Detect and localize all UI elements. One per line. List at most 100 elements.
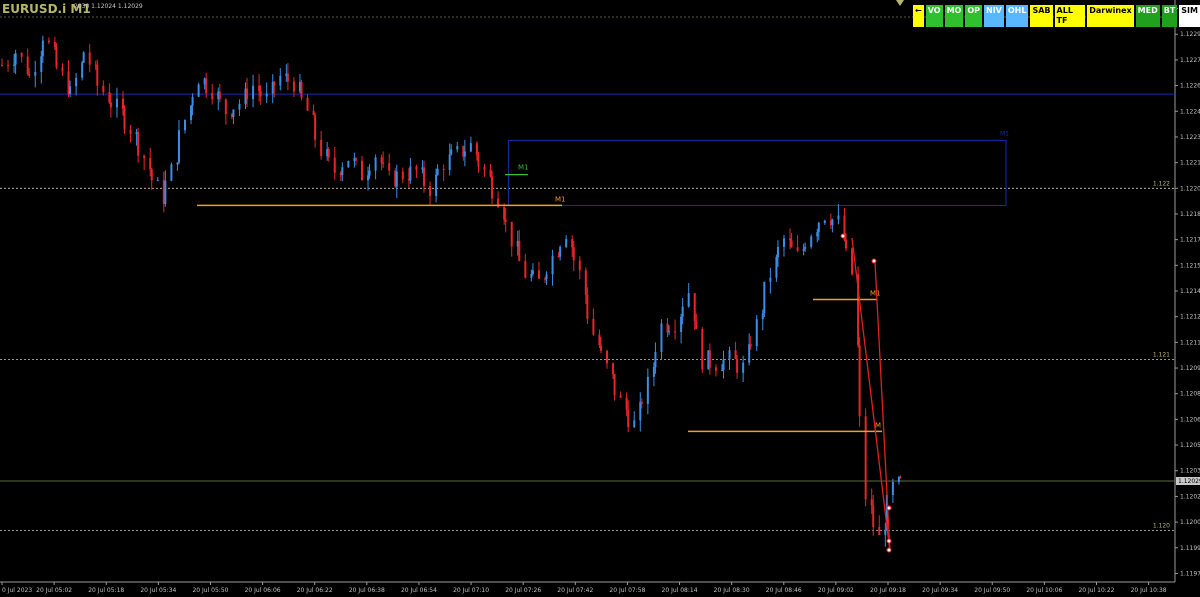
- candle-body: [796, 247, 799, 251]
- candle-body: [435, 174, 438, 197]
- candle-body: [625, 397, 628, 410]
- candle-body: [734, 350, 737, 359]
- toolbar-button-mo[interactable]: MO: [944, 5, 964, 27]
- candle-body: [388, 163, 391, 171]
- zone-label: M1: [1000, 130, 1009, 137]
- toolbar-button-niv[interactable]: NIV: [984, 5, 1004, 27]
- candle-body: [722, 359, 725, 371]
- x-tick-label: 20 Jul 09:50: [974, 587, 1010, 594]
- candle-body: [75, 77, 78, 87]
- toolbar-button-vo[interactable]: VO: [925, 5, 943, 27]
- candle-body: [259, 91, 262, 97]
- candle-body: [109, 102, 112, 108]
- candle-body: [156, 180, 159, 182]
- candle-body: [368, 170, 371, 176]
- candle-body: [695, 321, 698, 330]
- toolbar-button-sim[interactable]: SIM: [1179, 5, 1200, 27]
- candle-body: [14, 53, 17, 65]
- candle-body: [300, 81, 303, 98]
- candle-body: [123, 109, 126, 130]
- candle-body: [191, 96, 194, 106]
- signal-marker-icon: [886, 505, 892, 511]
- candle-body: [763, 281, 766, 314]
- toolbar-button-ohl[interactable]: OHL: [1005, 5, 1029, 27]
- x-tick-label: 20 Jul 07:42: [557, 587, 593, 594]
- candle-body: [504, 219, 507, 222]
- candle-body: [720, 370, 723, 372]
- candle-body: [26, 56, 29, 74]
- y-tick-label: 1.12005: [1180, 519, 1200, 526]
- candle-body: [503, 207, 506, 220]
- x-tick-label: 20 Jul 10:22: [1078, 587, 1114, 594]
- candle-body: [238, 103, 241, 110]
- y-tick-label: 1.12275: [1180, 57, 1200, 64]
- toolbar-button-all-tf[interactable]: ALL TF: [1054, 5, 1086, 27]
- candle-body: [442, 168, 445, 170]
- toolbar-button-darwinex[interactable]: Darwinex: [1087, 5, 1134, 27]
- x-tick-label: 20 Jul 06:22: [297, 587, 333, 594]
- x-tick-label: 20 Jul 06:54: [401, 587, 437, 594]
- x-tick-label: 20 Jul 10:06: [1026, 587, 1062, 594]
- x-tick-label: 20 Jul 08:14: [662, 587, 698, 594]
- orange-line-label: M: [875, 421, 881, 429]
- candle-body: [409, 166, 412, 181]
- candle-body: [197, 84, 200, 97]
- candle-body: [150, 169, 153, 181]
- candle-body: [640, 401, 643, 404]
- x-tick-label: 20 Jul 10:38: [1131, 587, 1167, 594]
- candle-body: [190, 105, 193, 120]
- candle-body: [891, 481, 894, 496]
- toolbar-button-bt[interactable]: BT: [1161, 5, 1178, 27]
- signal-marker-icon: [840, 233, 846, 239]
- candle-body: [360, 160, 363, 181]
- candle-body: [586, 294, 589, 319]
- candle-body: [572, 247, 575, 261]
- candle-body: [789, 238, 792, 241]
- price-chart[interactable]: 1.123051.122901.122751.122601.122451.122…: [0, 0, 1200, 597]
- toolbar-button-back[interactable]: ←: [913, 5, 924, 27]
- candle-body: [184, 119, 187, 131]
- candle-body: [137, 132, 140, 156]
- candle-body: [606, 350, 609, 364]
- candle-body: [578, 260, 581, 271]
- candle-body: [817, 222, 820, 233]
- triangle-marker-icon: [896, 0, 904, 6]
- candle-body: [475, 143, 478, 155]
- candle-body: [584, 270, 587, 295]
- x-tick-label: 20 Jul 06:38: [349, 587, 385, 594]
- candle-body: [598, 334, 601, 346]
- candle-body: [816, 232, 819, 237]
- candle-body: [205, 78, 208, 94]
- candle-body: [524, 261, 527, 278]
- candle-body: [224, 99, 227, 115]
- candle-body: [401, 171, 404, 180]
- candle-body: [646, 376, 649, 404]
- candle-body: [436, 168, 439, 175]
- candle-body: [273, 81, 276, 86]
- toolbar-button-med[interactable]: MED: [1135, 5, 1160, 27]
- candle-body: [531, 270, 534, 275]
- candle-body: [47, 40, 50, 43]
- candle-body: [837, 215, 840, 220]
- toolbar-button-op[interactable]: OP: [965, 5, 982, 27]
- toolbar-button-sab[interactable]: SAB: [1030, 5, 1053, 27]
- candle-body: [448, 154, 451, 170]
- candle-body: [53, 42, 56, 48]
- y-tick-label: 1.12110: [1180, 339, 1200, 346]
- candle-body: [252, 85, 255, 100]
- candle-body: [489, 169, 492, 177]
- candle-body: [367, 175, 370, 181]
- candle-body: [878, 527, 881, 535]
- candle-body: [258, 85, 261, 92]
- candle-body: [755, 319, 758, 347]
- y-tick-label: 1.12140: [1180, 288, 1200, 295]
- candle-body: [279, 75, 282, 86]
- orange-line-label: M1: [870, 290, 881, 298]
- y-tick-label: 1.12290: [1180, 31, 1200, 38]
- x-tick-label: 20 Jul 08:30: [714, 587, 750, 594]
- x-tick-label: 20 Jul 09:18: [870, 587, 906, 594]
- candle-body: [463, 151, 466, 157]
- candle-body: [456, 146, 459, 150]
- candle-body: [530, 274, 533, 278]
- candle-body: [55, 47, 58, 68]
